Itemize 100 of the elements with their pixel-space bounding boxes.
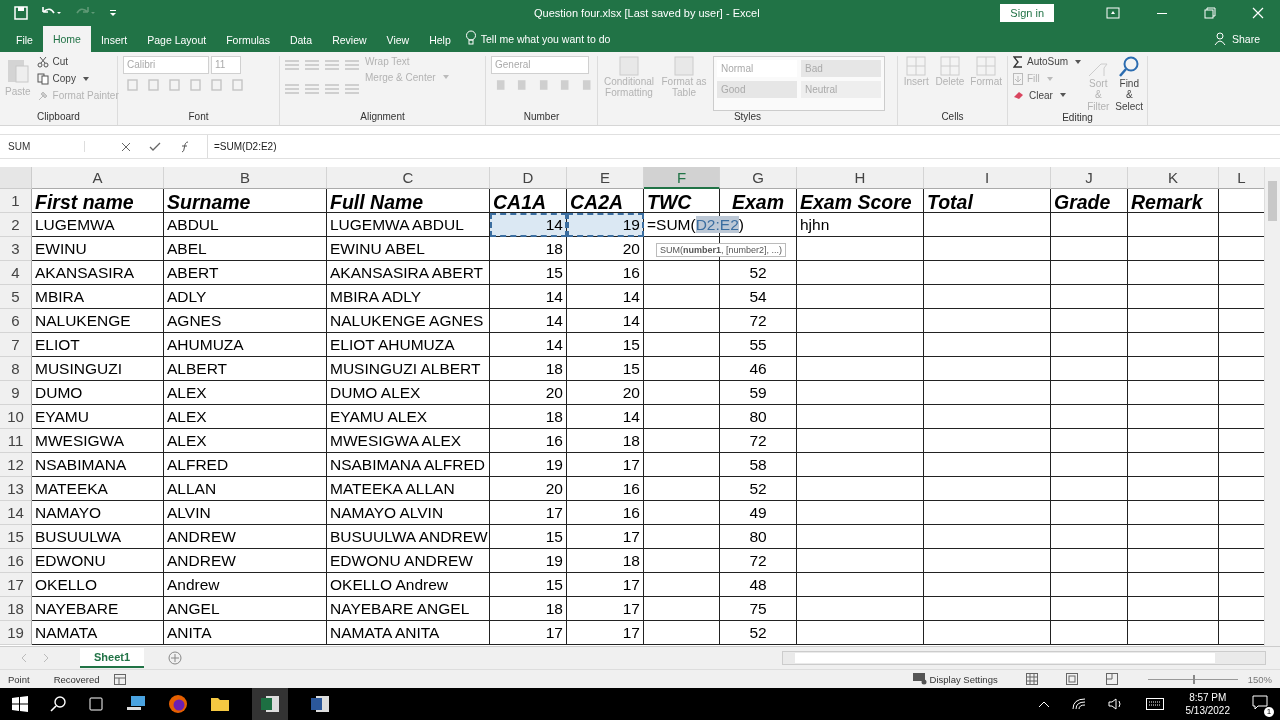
check-icon[interactable] <box>149 141 161 152</box>
tell-me-search[interactable]: Tell me what you want to do <box>480 32 1214 45</box>
column-header[interactable]: D <box>490 167 567 190</box>
column-header[interactable]: E <box>567 167 644 190</box>
name-box[interactable]: SUM <box>0 141 85 153</box>
column-header[interactable]: H <box>797 167 924 190</box>
table-cell: ALEX <box>164 405 327 430</box>
person-icon <box>1213 31 1228 46</box>
row-header[interactable]: 1 <box>0 189 32 214</box>
row-header[interactable]: 12 <box>0 453 32 478</box>
page-layout-icon[interactable] <box>1065 673 1078 686</box>
table-cell: 17 <box>567 525 644 550</box>
notification-icon[interactable] <box>1252 695 1268 711</box>
row-header[interactable]: 19 <box>0 621 32 646</box>
row-header[interactable]: 13 <box>0 477 32 502</box>
ribbon-tab[interactable]: Formulas <box>216 27 280 52</box>
row-header[interactable]: 2 <box>0 213 32 238</box>
column-header[interactable]: C <box>327 167 490 190</box>
column-header[interactable]: B <box>164 167 327 190</box>
add-sheet-icon[interactable] <box>168 651 183 666</box>
table-cell: NALUKENGE AGNES <box>327 309 490 334</box>
chevron-up-icon[interactable] <box>1037 700 1050 708</box>
ribbon-tab[interactable]: Review <box>322 27 377 52</box>
row-header[interactable]: 6 <box>0 309 32 334</box>
zoom-slider-thumb[interactable] <box>1192 674 1195 684</box>
macro-icon[interactable] <box>113 673 126 685</box>
row-header[interactable]: 10 <box>0 405 32 430</box>
copy-button[interactable]: Copy <box>36 72 119 85</box>
cancel-icon[interactable] <box>121 141 131 152</box>
row-header[interactable]: 17 <box>0 573 32 598</box>
table-cell: 16 <box>567 501 644 526</box>
row-header[interactable]: 15 <box>0 525 32 550</box>
table-cell: 80 <box>720 405 797 430</box>
computer-icon[interactable] <box>126 695 146 713</box>
ribbon-tab[interactable]: Help <box>419 27 461 52</box>
column-header[interactable]: G <box>720 167 797 190</box>
clock-date[interactable]: 5/13/2022 <box>1185 704 1230 717</box>
table-cell: EDWONU <box>32 549 164 574</box>
column-header[interactable]: K <box>1128 167 1219 190</box>
ribbon-tab[interactable]: View <box>376 27 420 52</box>
row-header[interactable]: 18 <box>0 597 32 622</box>
horizontal-scrollbar[interactable] <box>782 651 1266 666</box>
ribbon-display-icon[interactable] <box>1106 6 1120 19</box>
ribbon-tab[interactable]: File <box>6 27 43 52</box>
column-header[interactable]: F <box>644 167 720 190</box>
close-icon[interactable] <box>1252 6 1264 19</box>
vertical-scrollbar[interactable] <box>1264 167 1280 647</box>
row-header[interactable]: 16 <box>0 549 32 574</box>
clock-time[interactable]: 8:57 PM <box>1189 691 1227 704</box>
table-cell: 16 <box>490 429 567 454</box>
formula-field[interactable]: =SUM(D2:E2) <box>208 141 277 153</box>
row-header[interactable]: 5 <box>0 285 32 310</box>
normal-view-icon[interactable] <box>1025 673 1038 686</box>
row-header[interactable]: 11 <box>0 429 32 454</box>
cell-editor[interactable]: =SUM(D2:E2) <box>647 216 746 234</box>
table-cell: 19 <box>490 453 567 478</box>
row-header[interactable]: 3 <box>0 237 32 262</box>
row-header[interactable]: 8 <box>0 357 32 382</box>
row-header[interactable]: 9 <box>0 381 32 406</box>
column-header[interactable]: I <box>924 167 1051 190</box>
table-cell: 14 <box>567 309 644 334</box>
wifi-icon[interactable] <box>1071 698 1086 710</box>
column-header[interactable]: A <box>32 167 164 190</box>
column-header[interactable]: J <box>1051 167 1128 190</box>
table-cell: 48 <box>720 573 797 598</box>
display-settings-button[interactable]: Display Settings <box>929 673 998 685</box>
table-cell: NAMATA <box>32 621 164 646</box>
autosum-button[interactable]: AutoSum <box>1013 55 1082 68</box>
row-header[interactable]: 4 <box>0 261 32 286</box>
page-break-icon[interactable] <box>1105 673 1118 686</box>
browser-icon[interactable] <box>168 694 188 714</box>
restore-icon[interactable] <box>1204 6 1216 19</box>
sheet-tab[interactable]: Sheet1 <box>80 648 145 669</box>
spreadsheet-app-icon[interactable] <box>260 695 280 713</box>
group-label: Font <box>187 110 210 124</box>
document-app-icon[interactable] <box>310 695 330 713</box>
ribbon-tab[interactable]: Insert <box>90 27 138 52</box>
cut-button[interactable]: Cut <box>36 55 119 68</box>
table-cell: 20 <box>567 237 644 262</box>
sign-in-button[interactable]: Sign in <box>1000 3 1054 22</box>
ribbon-tab[interactable]: Home <box>42 25 91 52</box>
ribbon-tab[interactable]: Data <box>279 27 323 52</box>
speaker-icon[interactable] <box>1107 698 1124 710</box>
function-icon[interactable] <box>179 140 191 153</box>
ribbon-tab[interactable]: Page Layout <box>137 27 217 52</box>
column-header[interactable]: L <box>1219 167 1264 190</box>
save-icon[interactable] <box>14 5 28 20</box>
windows-start-icon[interactable] <box>12 696 28 712</box>
table-cell: hjhn <box>797 213 924 238</box>
find-select-button[interactable]: Find & Select <box>1115 55 1144 113</box>
share-button[interactable]: Share <box>1231 32 1260 45</box>
clear-button[interactable]: Clear <box>1013 89 1082 101</box>
task-view-icon[interactable] <box>88 697 104 711</box>
row-header[interactable]: 7 <box>0 333 32 358</box>
table-cell: NAMATA ANITA <box>327 621 490 646</box>
keyboard-icon[interactable] <box>1145 698 1164 710</box>
search-icon[interactable] <box>50 696 66 712</box>
zoom-level[interactable]: 150% <box>1247 673 1272 685</box>
row-header[interactable]: 14 <box>0 501 32 526</box>
folder-icon[interactable] <box>210 696 230 712</box>
